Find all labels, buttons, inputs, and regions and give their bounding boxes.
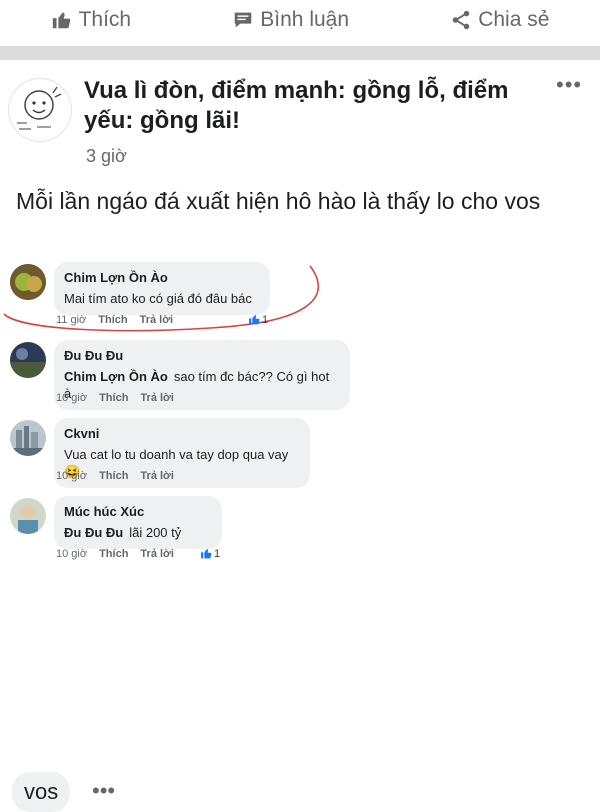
section-divider [0, 46, 600, 60]
comment-bubble: Chim Lợn Ồn Ào Mai tím ato ko có giá đó … [54, 262, 270, 315]
comment-meta: 10 giờ Thích Trả lời [56, 392, 186, 404]
comment-meta: 11 giờ Thích Trả lời [56, 314, 185, 326]
mention-tag[interactable]: Đu Đu Đu [64, 525, 123, 540]
reaction-count-value: 1 [262, 313, 269, 326]
commenter-avatar[interactable] [10, 420, 46, 456]
comment-text-body: lãi 200 tỷ [129, 525, 182, 540]
post-time[interactable]: 3 giờ [86, 146, 127, 167]
comment-like-link[interactable]: Thích [99, 548, 128, 560]
group-logo-image [17, 86, 62, 130]
comment-label: Bình luận [260, 8, 350, 31]
like-reaction-icon [249, 315, 260, 325]
comment-text: Mai tím ato ko có giá đó đâu bác [64, 291, 252, 306]
comment-reply-link[interactable]: Trả lời [140, 548, 174, 560]
commenter-name[interactable]: Chim Lợn Ồn Ào [64, 269, 260, 286]
comment-reply-link[interactable]: Trả lời [140, 392, 174, 404]
comment-like-link[interactable]: Thích [99, 470, 128, 482]
comment-text: Đu Đu Đu lãi 200 tỷ [64, 524, 212, 541]
commenter-name[interactable]: Ckvni [64, 425, 300, 442]
reaction-count-value: 1 [214, 547, 221, 560]
reaction-count[interactable]: 1 [200, 547, 220, 560]
avatar-image [10, 342, 46, 378]
thumbs-up-icon [52, 12, 70, 29]
comment-meta: 10 giờ Thích Trả lời [56, 548, 186, 560]
comment-meta: 10 giờ Thích Trả lời [56, 470, 186, 482]
share-label: Chia sẻ [478, 8, 550, 31]
more-options-icon[interactable]: ••• [556, 72, 582, 98]
mention-tag[interactable]: Chim Lợn Ồn Ào [64, 369, 168, 384]
comment-like-link[interactable]: Thích [98, 314, 127, 326]
like-action[interactable]: Thích [51, 8, 132, 32]
comment-time: 10 giờ [56, 548, 88, 560]
commenter-avatar[interactable] [10, 498, 46, 534]
commenter-name[interactable]: Múc húc Xúc [64, 503, 212, 520]
composer-more-icon[interactable]: ••• [92, 778, 115, 804]
comment-like-link[interactable]: Thích [99, 392, 128, 404]
post-body-text: Mỗi lần ngáo đá xuất hiện hô hào là thấy… [16, 188, 541, 214]
like-label: Thích [78, 8, 132, 31]
share-icon [452, 10, 470, 30]
commenter-name[interactable]: Đu Đu Đu [64, 347, 340, 364]
avatar-image [10, 498, 46, 534]
speech-bubble-icon [235, 12, 252, 28]
avatar-image [10, 264, 46, 300]
comment-action[interactable]: Bình luận [232, 8, 349, 32]
avatar-image [10, 420, 46, 456]
comment-reply-link[interactable]: Trả lời [140, 314, 174, 326]
commenter-avatar[interactable] [10, 342, 46, 378]
like-reaction-icon [201, 549, 212, 559]
commenter-avatar[interactable] [10, 264, 46, 300]
group-title[interactable]: Vua lì đòn, điểm mạnh: gồng lỗ, điểm yếu… [84, 76, 514, 136]
comment-bubble: Múc húc Xúc Đu Đu Đu lãi 200 tỷ [54, 496, 222, 549]
comment-composer-chip[interactable]: vos [12, 772, 71, 812]
comment-time: 11 giờ [56, 314, 87, 326]
reaction-count[interactable]: 1 [248, 313, 268, 326]
post-action-bar: Thích Bình luận Chia sẻ [0, 0, 600, 40]
share-action[interactable]: Chia sẻ [450, 8, 549, 32]
comment-time: 10 giờ [56, 470, 88, 482]
comment-time: 10 giờ [56, 392, 88, 404]
comment-reply-link[interactable]: Trả lời [140, 470, 174, 482]
group-logo[interactable] [8, 78, 72, 142]
